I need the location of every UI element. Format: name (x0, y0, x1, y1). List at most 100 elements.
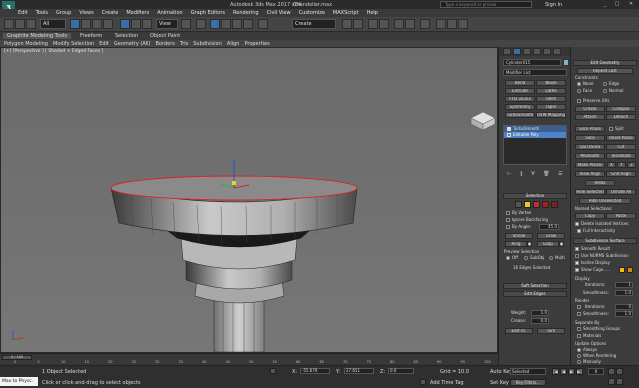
by-angle-checkbox[interactable] (506, 225, 510, 229)
menu-customize[interactable]: Customize (299, 10, 325, 16)
lock-selection-icon[interactable] (270, 368, 276, 374)
relax-button[interactable]: Relax (585, 180, 615, 186)
show-end-result-icon[interactable]: ∥ (520, 171, 523, 179)
modify-tab-icon[interactable] (513, 48, 521, 55)
planar-z-button[interactable]: Z (627, 162, 636, 168)
display-iterations-field[interactable]: 1 (615, 282, 633, 288)
show-cage-checkbox[interactable] (575, 268, 579, 272)
percent-snap-icon[interactable] (232, 19, 242, 29)
preserve-uvs-checkbox[interactable] (577, 99, 581, 103)
spinner-snap-icon[interactable] (243, 19, 253, 29)
msmooth-button[interactable]: MSmooth (575, 153, 605, 159)
orbit-icon[interactable] (616, 368, 623, 375)
planar-x-button[interactable]: X (607, 162, 616, 168)
current-frame-field[interactable]: 0 (588, 368, 604, 375)
minimize-button[interactable]: _ (600, 1, 610, 8)
panel-properties[interactable]: Properties (244, 41, 269, 47)
menu-views[interactable]: Views (79, 10, 93, 16)
panel-tris[interactable]: Tris (180, 41, 188, 47)
panel-geometry-all[interactable]: Geometry (All) (114, 41, 151, 47)
loop-button[interactable]: Loop (537, 241, 559, 247)
panel-modify-selection[interactable]: Modify Selection (53, 41, 94, 47)
loop-spinner[interactable]: ◆ (559, 241, 564, 247)
constraint-none-radio[interactable] (577, 82, 581, 86)
modifier-taper-button[interactable]: Taper (536, 104, 566, 110)
unhide-all-button[interactable]: Unhide All (606, 189, 636, 195)
curve-editor-icon[interactable] (394, 19, 404, 29)
stack-item-editable-poly[interactable]: Editable Poly (504, 132, 566, 138)
menu-graph-editors[interactable]: Graph Editors (191, 10, 225, 16)
constraint-normal-radio[interactable] (603, 89, 607, 93)
keyboard-shortcut-icon[interactable] (196, 19, 206, 29)
auto-key-button[interactable]: Auto Key (490, 369, 512, 375)
display-tab-icon[interactable] (543, 48, 551, 55)
by-vertex-checkbox[interactable] (506, 211, 510, 215)
render-smoothness-field[interactable]: 1.0 (615, 311, 633, 317)
cage-color-swatch-2[interactable] (627, 267, 633, 273)
panel-subdivision[interactable]: Subdivision (193, 41, 222, 47)
reset-plane-button[interactable]: Reset Plane (606, 135, 636, 141)
panel-borders[interactable]: Borders (156, 41, 175, 47)
subdivision-surface-rollout-header[interactable]: Subdivision Surface (573, 238, 637, 244)
next-frame-icon[interactable]: ▶| (576, 368, 583, 375)
weight-field[interactable]: 1.0 (531, 310, 549, 316)
selection-rollout-header[interactable]: Selection (503, 193, 567, 199)
previous-frame-icon[interactable]: ◀ (560, 368, 567, 375)
angle-snap-icon[interactable] (221, 19, 231, 29)
link-icon[interactable] (26, 19, 36, 29)
viewport-label[interactable]: [+] [Perspective ] [ Shaded + Edged Face… (4, 49, 103, 54)
ring-button[interactable]: Ring (505, 241, 527, 247)
menu-help[interactable]: Help (367, 10, 378, 16)
window-crossing-icon[interactable] (103, 19, 113, 29)
zoom-icon[interactable] (608, 368, 615, 375)
modifier-list-dropdown[interactable]: Modifier List (503, 69, 567, 76)
modifier-uvw-mapping-button[interactable]: UVW Mapping Cle (536, 112, 566, 118)
redo-icon[interactable] (15, 19, 25, 29)
move-icon[interactable] (120, 19, 130, 29)
tab-object-paint[interactable]: Object Paint (150, 33, 180, 39)
key-filters-button[interactable]: Key Filters... (510, 379, 546, 386)
edit-geometry-rollout-header[interactable]: Edit Geometry (573, 60, 637, 66)
remove-modifier-icon[interactable]: 🗑 (543, 171, 549, 179)
graphite-toggle-icon[interactable] (379, 19, 389, 29)
shrink-button[interactable]: Shrink (505, 233, 533, 239)
tessellate-button[interactable]: Tessellate (606, 153, 636, 159)
menu-rendering[interactable]: Rendering (233, 10, 259, 16)
element-level-icon[interactable] (551, 201, 558, 208)
select-by-name-icon[interactable] (81, 19, 91, 29)
attach-button[interactable]: Attach (575, 114, 605, 120)
edit-tri-button[interactable]: Edit Tri. (505, 328, 533, 334)
time-tag-icon[interactable] (420, 379, 426, 385)
full-interactivity-checkbox[interactable] (577, 229, 581, 233)
sign-in-link[interactable]: Sign In (545, 2, 562, 8)
always-radio[interactable] (577, 348, 581, 352)
menu-maxscript[interactable]: MAXScript (333, 10, 359, 16)
named-selection-dropdown[interactable]: Create Selection Se (292, 19, 336, 29)
menu-civil-view[interactable]: Civil View (267, 10, 291, 16)
grid-align-button[interactable]: Grid Align (606, 171, 636, 177)
object-name-field[interactable]: Cylinder015 (503, 59, 561, 66)
snaps-toggle-icon[interactable] (210, 19, 220, 29)
display-smoothness-field[interactable]: 1.0 (615, 290, 633, 296)
split-checkbox[interactable] (609, 127, 613, 131)
rect-selection-icon[interactable] (92, 19, 102, 29)
render-production-icon[interactable] (458, 19, 468, 29)
search-field[interactable]: Type a keyword or phrase (440, 1, 532, 8)
z-coord-field[interactable]: 0.0 (388, 368, 414, 374)
edit-named-selection-icon[interactable] (258, 19, 268, 29)
preview-off-radio[interactable] (506, 256, 510, 260)
soft-selection-rollout-header[interactable]: Soft Selection (503, 283, 567, 289)
render-iterations-checkbox[interactable] (577, 305, 581, 309)
vertex-level-icon[interactable] (515, 201, 522, 208)
render-smoothness-checkbox[interactable] (577, 312, 581, 316)
edge-level-icon[interactable] (524, 201, 531, 208)
menu-create[interactable]: Create (102, 10, 119, 16)
menu-tools[interactable]: Tools (36, 10, 48, 16)
by-angle-field[interactable]: 45.0 (539, 224, 559, 230)
expand-icon[interactable] (507, 133, 511, 137)
modifier-extrude-button[interactable]: Extrude (505, 88, 535, 94)
panel-edit[interactable]: Edit (99, 41, 109, 47)
x-coord-field[interactable]: -55.679 (300, 368, 330, 374)
collapse-button[interactable]: Collapse (606, 106, 636, 112)
mirror-icon[interactable] (342, 19, 352, 29)
